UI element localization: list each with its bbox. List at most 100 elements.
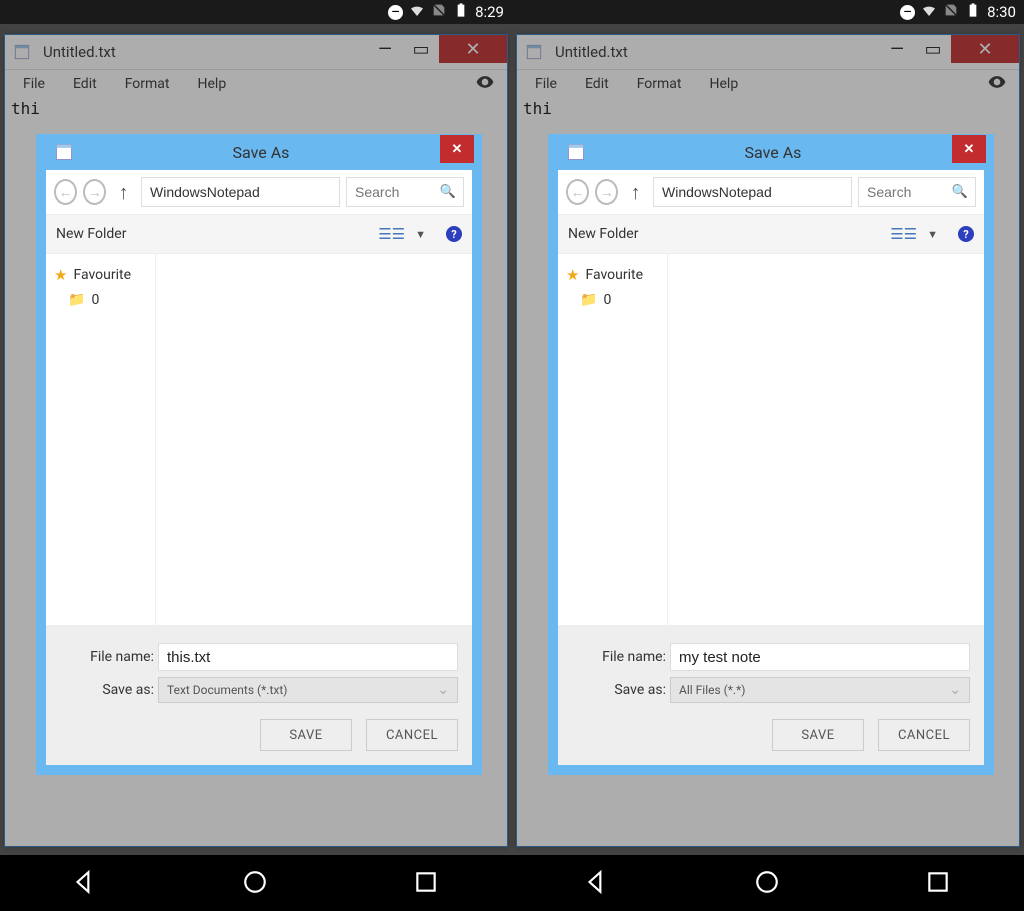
android-statusbar: — 8:30 [512, 0, 1024, 24]
saveas-type-label: Save as: [572, 682, 670, 698]
text-editor[interactable]: thi [517, 97, 1019, 120]
saveas-type-value: Text Documents (*.txt) [167, 683, 287, 697]
saveas-body: ★ Favourite 📁 0 [558, 254, 984, 625]
newfolder-button[interactable]: New Folder [568, 226, 638, 242]
saveas-close-button[interactable]: ✕ [952, 135, 986, 163]
statusbar-time: 8:30 [987, 3, 1016, 21]
tree-favourite[interactable]: ★ Favourite [50, 262, 151, 288]
nav-back-button[interactable]: ← [54, 179, 77, 205]
folder-icon: 📁 [580, 292, 597, 308]
minimize-button[interactable]: — [879, 36, 915, 62]
save-button[interactable]: SAVE [260, 719, 352, 751]
titlebar: Untitled.txt — ▭ ✕ [517, 35, 1019, 69]
dnd-icon: — [388, 5, 403, 20]
saveas-title: Save As [594, 143, 952, 162]
filename-input[interactable] [670, 643, 970, 671]
window-title: Untitled.txt [43, 43, 367, 61]
nav-up-button[interactable]: ↑ [112, 179, 135, 205]
saveas-type-select[interactable]: Text Documents (*.txt) ⌄ [158, 677, 458, 703]
dnd-icon: — [900, 5, 915, 20]
nav-home[interactable] [242, 869, 270, 897]
saveas-navbar: ← → ↑ 🔍 [46, 170, 472, 214]
file-list[interactable] [156, 254, 472, 625]
tree-folder-0[interactable]: 📁 0 [562, 288, 663, 312]
menu-edit[interactable]: Edit [571, 74, 623, 94]
filename-label: File name: [572, 649, 670, 665]
close-button[interactable]: ✕ [951, 35, 1019, 63]
sim-off-icon [943, 2, 959, 22]
menubar: File Edit Format Help [517, 69, 1019, 97]
nav-home[interactable] [754, 869, 782, 897]
star-icon: ★ [566, 266, 579, 284]
newfolder-button[interactable]: New Folder [56, 226, 126, 242]
path-input[interactable] [653, 177, 852, 207]
visibility-icon[interactable] [475, 72, 495, 96]
screen-right: — 8:30 Untitled.txt — ▭ ✕ File Edit Form… [512, 0, 1024, 911]
tree-favourite[interactable]: ★ Favourite [562, 262, 663, 288]
menu-file[interactable]: File [521, 74, 571, 94]
saveas-close-button[interactable]: ✕ [440, 135, 474, 163]
wifi-icon [409, 2, 425, 22]
saveas-titlebar: Save As ✕ [558, 134, 984, 170]
maximize-button[interactable]: ▭ [915, 36, 951, 62]
nav-forward-button[interactable]: → [83, 179, 106, 205]
nav-recents[interactable] [413, 869, 441, 897]
menu-format[interactable]: Format [623, 74, 696, 94]
view-options-icon[interactable]: ☰☰ [890, 225, 917, 243]
minimize-button[interactable]: — [367, 36, 403, 62]
app-area: Untitled.txt — ▭ ✕ File Edit Format Help… [512, 24, 1024, 855]
file-list[interactable] [668, 254, 984, 625]
tree-favourite-label: Favourite [73, 267, 131, 283]
menu-help[interactable]: Help [184, 74, 241, 94]
saveas-type-label: Save as: [60, 682, 158, 698]
saveas-bottom: File name: Save as: All Files (*.*) ⌄ SA… [558, 625, 984, 765]
menu-help[interactable]: Help [696, 74, 753, 94]
battery-icon [453, 2, 469, 22]
wifi-icon [921, 2, 937, 22]
menu-format[interactable]: Format [111, 74, 184, 94]
menu-file[interactable]: File [9, 74, 59, 94]
path-input[interactable] [141, 177, 340, 207]
text-editor[interactable]: thi [5, 97, 507, 120]
nav-forward-button[interactable]: → [595, 179, 618, 205]
android-navbar [0, 855, 512, 911]
saveas-type-select[interactable]: All Files (*.*) ⌄ [670, 677, 970, 703]
saveas-dialog: Save As ✕ ← → ↑ 🔍 New Folder ☰☰ ▼ ? [548, 134, 994, 775]
folder-icon: 📁 [68, 292, 85, 308]
app-area: Untitled.txt — ▭ ✕ File Edit Format Help… [0, 24, 512, 855]
chevron-down-icon: ⌄ [949, 682, 961, 698]
search-icon: 🔍 [440, 185, 456, 200]
close-button[interactable]: ✕ [439, 35, 507, 63]
star-icon: ★ [54, 266, 67, 284]
maximize-button[interactable]: ▭ [403, 36, 439, 62]
nav-back[interactable] [71, 869, 99, 897]
saveas-title: Save As [82, 143, 440, 162]
view-dropdown-icon[interactable]: ▼ [927, 228, 938, 241]
cancel-button[interactable]: CANCEL [878, 719, 970, 751]
tree-folder-0[interactable]: 📁 0 [50, 288, 151, 312]
cancel-button[interactable]: CANCEL [366, 719, 458, 751]
saveas-type-value: All Files (*.*) [679, 683, 745, 697]
tree-favourite-label: Favourite [585, 267, 643, 283]
saveas-navbar: ← → ↑ 🔍 [558, 170, 984, 214]
nav-back-button[interactable]: ← [566, 179, 589, 205]
save-button[interactable]: SAVE [772, 719, 864, 751]
help-icon[interactable]: ? [958, 226, 974, 242]
android-navbar [512, 855, 1024, 911]
tree-folder-0-label: 0 [603, 292, 611, 308]
visibility-icon[interactable] [987, 72, 1007, 96]
nav-back[interactable] [583, 869, 611, 897]
nav-up-button[interactable]: ↑ [624, 179, 647, 205]
battery-icon [965, 2, 981, 22]
help-icon[interactable]: ? [446, 226, 462, 242]
notepad-icon [566, 142, 586, 162]
saveas-body: ★ Favourite 📁 0 [46, 254, 472, 625]
view-dropdown-icon[interactable]: ▼ [415, 228, 426, 241]
menu-edit[interactable]: Edit [59, 74, 111, 94]
nav-recents[interactable] [925, 869, 953, 897]
view-options-icon[interactable]: ☰☰ [378, 225, 405, 243]
filename-label: File name: [60, 649, 158, 665]
tree-folder-0-label: 0 [91, 292, 99, 308]
filename-input[interactable] [158, 643, 458, 671]
window-title: Untitled.txt [555, 43, 879, 61]
